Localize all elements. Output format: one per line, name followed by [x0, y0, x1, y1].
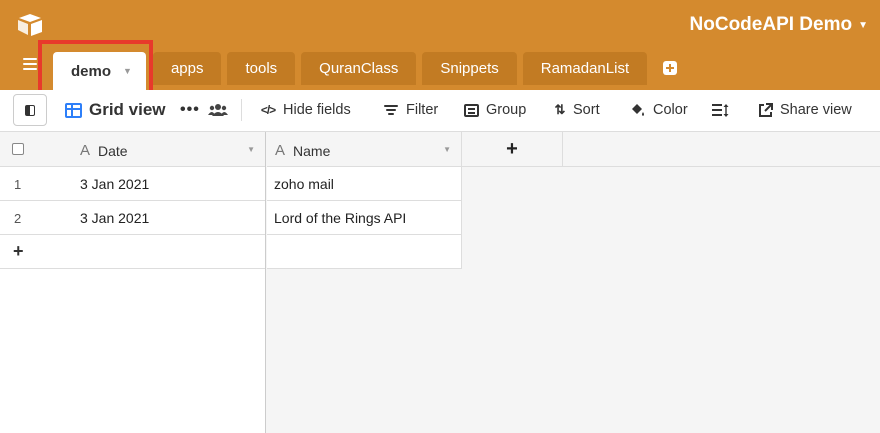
- add-row-cell[interactable]: [267, 235, 462, 269]
- base-title[interactable]: NoCodeAPI Demo ▼: [690, 14, 868, 36]
- sidebar-icon: [25, 104, 35, 116]
- add-table-icon[interactable]: [663, 61, 678, 75]
- tab-snippets[interactable]: Snippets: [422, 52, 517, 85]
- tab-apps[interactable]: apps: [152, 52, 222, 85]
- field-header-name: A Name: [275, 142, 330, 159]
- chevron-down-icon[interactable]: ▼: [247, 145, 255, 154]
- sort-button[interactable]: ⇅ Sort: [554, 90, 600, 130]
- share-icon: [759, 102, 773, 117]
- grid-frozen-pane: A Date ▼ 1 3 Jan 2021 2 3 Jan 2021 +: [0, 132, 266, 433]
- add-field-button[interactable]: +: [462, 132, 563, 167]
- collaborators-button[interactable]: [208, 90, 228, 130]
- view-switcher[interactable]: Grid view: [65, 90, 166, 130]
- tab-ramadanlist[interactable]: RamadanList: [522, 52, 648, 85]
- button-label: Color: [653, 102, 688, 118]
- view-name: Grid view: [89, 100, 166, 119]
- sidebar-toggle-button[interactable]: [13, 94, 47, 126]
- chevron-down-icon: ▼: [858, 19, 868, 31]
- chevron-down-icon[interactable]: ▼: [123, 66, 132, 76]
- row-height-icon: [712, 103, 729, 117]
- table-row[interactable]: zoho mail: [267, 167, 462, 201]
- table-row[interactable]: 1 3 Jan 2021: [0, 167, 265, 201]
- tab-label: apps: [170, 60, 204, 77]
- more-icon: •••: [180, 101, 200, 118]
- cell-date[interactable]: 3 Jan 2021: [80, 176, 149, 192]
- tab-quranclass[interactable]: QuranClass: [301, 52, 417, 85]
- column-header-name[interactable]: A Name ▼: [267, 132, 462, 167]
- view-toolbar: Grid view ••• </> Hide fields Filter Gro…: [0, 90, 880, 132]
- button-label: Hide fields: [283, 102, 351, 118]
- base-name: NoCodeAPI Demo: [689, 14, 853, 35]
- table-tabs: demo ▼ apps tools QuranClass Snippets Ra…: [53, 52, 678, 90]
- grid-view-icon: [65, 102, 82, 118]
- tab-tools[interactable]: tools: [227, 52, 296, 85]
- toolbar-divider: [241, 99, 242, 121]
- share-view-button[interactable]: Share view: [758, 90, 852, 130]
- group-button[interactable]: Group: [464, 90, 526, 130]
- button-label: Filter: [406, 102, 439, 118]
- button-label: Group: [486, 102, 527, 118]
- chevron-down-icon[interactable]: ▼: [443, 145, 451, 154]
- button-label: Share view: [780, 102, 852, 118]
- tab-label: RamadanList: [540, 60, 630, 77]
- text-field-icon: A: [275, 142, 286, 159]
- airtable-logo-icon[interactable]: [17, 13, 43, 37]
- field-label: Date: [98, 142, 128, 159]
- filter-button[interactable]: Filter: [383, 90, 438, 130]
- filter-icon: [383, 103, 399, 117]
- tab-label: QuranClass: [319, 60, 399, 77]
- app-header: NoCodeAPI Demo ▼ demo ▼ apps tools Quran…: [0, 0, 880, 95]
- color-button[interactable]: Color: [629, 90, 688, 130]
- add-row[interactable]: +: [0, 235, 265, 269]
- header-filler: [563, 132, 880, 167]
- cell-name[interactable]: zoho mail: [274, 176, 334, 192]
- table-row[interactable]: Lord of the Rings API: [267, 201, 462, 235]
- people-icon: [208, 104, 228, 116]
- select-all-checkbox[interactable]: [12, 143, 24, 155]
- column-header-date[interactable]: A Date ▼: [0, 132, 265, 167]
- text-field-icon: A: [80, 142, 91, 159]
- group-icon: [464, 103, 479, 117]
- field-header-date: A Date: [80, 142, 128, 159]
- grid-scroll-pane: A Name ▼ zoho mail Lord of the Rings API: [267, 132, 462, 269]
- cell-name[interactable]: Lord of the Rings API: [274, 210, 406, 226]
- row-height-button[interactable]: [712, 90, 730, 130]
- eye-slash-icon: </>: [260, 103, 276, 117]
- sort-icon: ⇅: [554, 102, 566, 117]
- menu-icon[interactable]: [23, 58, 37, 70]
- row-number: 1: [14, 177, 22, 192]
- cell-date[interactable]: 3 Jan 2021: [80, 210, 149, 226]
- hide-fields-button[interactable]: </> Hide fields: [260, 90, 351, 130]
- field-label: Name: [293, 142, 331, 159]
- row-number: 2: [14, 211, 22, 226]
- tab-demo[interactable]: demo ▼: [53, 52, 146, 90]
- button-label: Sort: [573, 102, 600, 118]
- tab-label: tools: [245, 60, 278, 77]
- table-row[interactable]: 2 3 Jan 2021: [0, 201, 265, 235]
- tab-label: Snippets: [440, 60, 499, 77]
- add-row-icon[interactable]: +: [13, 241, 24, 262]
- paint-bucket-icon: [632, 103, 644, 116]
- view-more-button[interactable]: •••: [180, 90, 200, 130]
- tab-label: demo: [71, 62, 112, 80]
